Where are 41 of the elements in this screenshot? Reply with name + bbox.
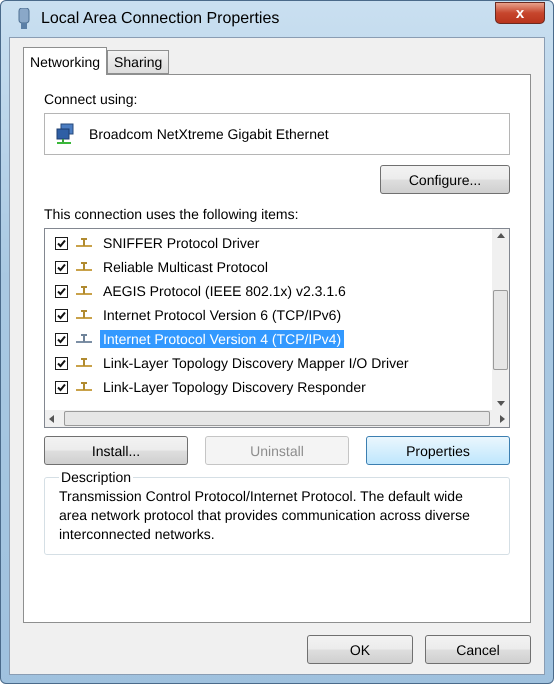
list-item[interactable]: AEGIS Protocol (IEEE 802.1x) v2.3.1.6 [100,282,349,300]
window-title: Local Area Connection Properties [41,10,280,28]
checkbox[interactable] [55,236,68,250]
protocol-icon [76,358,92,368]
list-item[interactable]: Reliable Multicast Protocol [100,258,271,276]
list-item[interactable]: SNIFFER Protocol Driver [100,234,262,252]
protocol-icon [76,286,92,296]
checkbox[interactable] [55,260,68,274]
checkbox[interactable] [55,356,68,370]
list-item[interactable]: Link-Layer Topology Discovery Responder [100,378,369,396]
protocol-icon [76,310,92,320]
tab[interactable]: Sharing [107,50,170,74]
protocol-icon [76,334,92,344]
action-button[interactable]: Properties [366,436,510,465]
configure-button[interactable]: Configure... [380,165,510,194]
protocol-icon [76,382,92,392]
dialog-button[interactable]: Cancel [425,635,531,664]
tab[interactable]: Networking [23,47,108,75]
adapter-name: Broadcom NetXtreme Gigabit Ethernet [89,126,329,142]
protocol-icon [76,238,92,248]
checkbox[interactable] [55,332,68,346]
checkbox[interactable] [55,308,68,322]
vertical-scrollbar[interactable] [492,229,509,410]
scroll-up-icon[interactable] [496,233,504,238]
protocol-icon [76,262,92,272]
connect-using-label: Connect using: [44,91,138,107]
scroll-right-icon[interactable] [500,414,505,422]
checkbox[interactable] [55,380,68,394]
close-button[interactable]: x [495,2,545,24]
items-label: This connection uses the following items: [44,206,300,222]
checkbox[interactable] [55,284,68,298]
scroll-left-icon[interactable] [49,414,54,422]
action-button[interactable]: Install... [44,436,188,465]
description-text: Transmission Control Protocol/Internet Protocol. The default wide area network protocol that provides communication across diverse interconnected networks. [59,487,471,544]
description-title: Description [60,469,132,485]
scroll-down-icon[interactable] [496,401,504,406]
network-cable-icon [17,8,31,30]
list-item[interactable]: Internet Protocol Version 6 (TCP/IPv6) [100,306,344,324]
horizontal-scrollbar[interactable] [45,410,509,427]
dialog-button[interactable]: OK [307,635,413,664]
list-item[interactable]: Link-Layer Topology Discovery Mapper I/O Driver [100,354,412,372]
